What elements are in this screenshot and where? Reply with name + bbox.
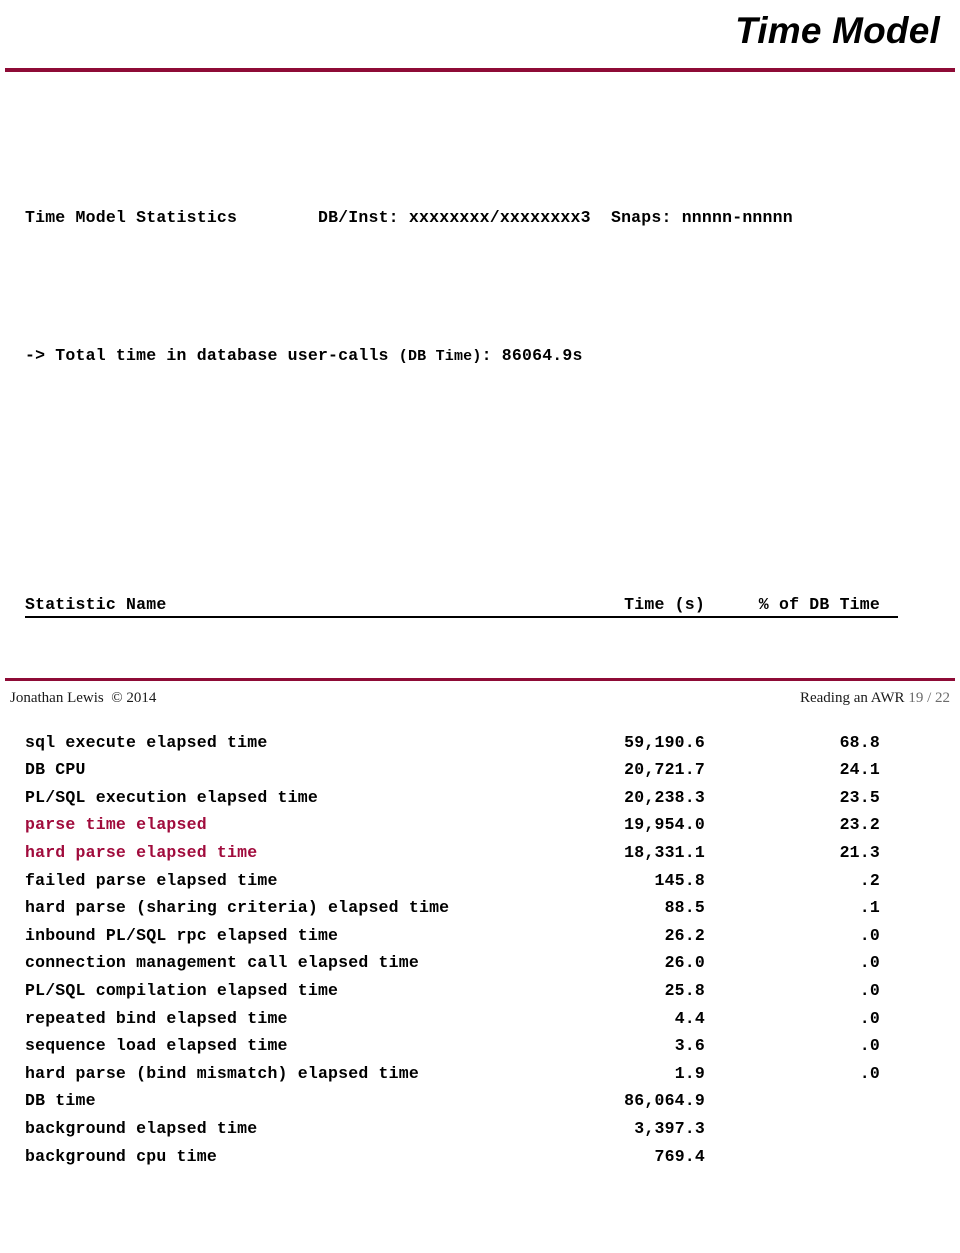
- db-time-prefix: -> Total time in database user-calls: [25, 346, 399, 366]
- cell-statistic-name: hard parse elapsed time: [25, 843, 258, 863]
- table-row: hard parse elapsed time 18,331.1 21.3: [25, 839, 905, 867]
- table-row: connection management call elapsed time 2…: [25, 949, 905, 977]
- cell-time-seconds: 19,954.0: [624, 815, 705, 835]
- cell-time-seconds: 145.8: [654, 870, 705, 890]
- cell-statistic-name: hard parse (sharing criteria) elapsed ti…: [25, 898, 450, 918]
- header-gap-3: [591, 208, 611, 227]
- cell-percent-of-db-time: .0: [859, 925, 880, 945]
- footer-deck-block: Reading an AWR 19 / 22: [800, 690, 950, 707]
- cell-percent-of-db-time: 23.2: [839, 815, 880, 835]
- header-gap-1: [237, 208, 318, 227]
- cell-percent-of-db-time: .0: [859, 1063, 880, 1083]
- report-header-line-2: -> Total time in database user-calls (DB…: [25, 342, 905, 370]
- cell-percent-of-db-time: 23.5: [839, 787, 880, 807]
- cell-percent-of-db-time: 24.1: [839, 760, 880, 780]
- cell-statistic-name: DB CPU: [25, 760, 86, 780]
- db-inst-label: DB/Inst:: [317, 208, 399, 228]
- table-column-header: Statistic Name Time (s) % of DB Time: [25, 591, 905, 619]
- db-time-paren: (DB Time): [398, 348, 482, 366]
- cell-time-seconds: 20,721.7: [624, 760, 705, 780]
- cell-time-seconds: 3.6: [674, 1036, 705, 1056]
- report-header-line-1: Time Model Statistics DB/Inst: xxxxxxxx/…: [25, 204, 905, 232]
- cell-statistic-name: PL/SQL compilation elapsed time: [25, 981, 339, 1000]
- column-header-pct: % of DB Time: [758, 594, 880, 614]
- column-header-time: Time (s): [624, 594, 705, 614]
- table-row: inbound PL/SQL rpc elapsed time 26.2 .0: [25, 922, 905, 950]
- footer-page-number: 19 / 22: [908, 690, 950, 706]
- table-row: failed parse elapsed time 145.8 .2: [25, 867, 905, 895]
- report-spacer: [25, 453, 905, 481]
- db-time-suffix: : 86064.9s: [481, 346, 583, 366]
- page-title: Time Model: [735, 10, 940, 51]
- cell-percent-of-db-time: .0: [859, 1036, 880, 1056]
- table-row: PL/SQL compilation elapsed time 25.8 .0: [25, 977, 905, 1005]
- cell-time-seconds: 88.5: [664, 898, 705, 918]
- cell-percent-of-db-time: .2: [859, 870, 880, 890]
- table-row: DB time 86,064.9: [25, 1087, 905, 1115]
- slide-footer: Jonathan Lewis © 2014 Reading an AWR 19 …: [10, 690, 950, 714]
- table-row: hard parse (bind mismatch) elapsed time 1…: [25, 1060, 905, 1088]
- cell-time-seconds: 26.0: [664, 953, 705, 973]
- cell-statistic-name: background cpu time: [25, 1146, 217, 1166]
- table-row: background cpu time 769.4: [25, 1143, 905, 1171]
- snaps-label: Snaps:: [610, 208, 672, 228]
- header-gap-2: [399, 208, 409, 227]
- footer-author: Jonathan Lewis: [10, 690, 104, 706]
- table-row: hard parse (sharing criteria) elapsed ti…: [25, 894, 905, 922]
- cell-statistic-name: PL/SQL execution elapsed time: [25, 787, 318, 807]
- cell-time-seconds: 25.8: [664, 981, 705, 1000]
- cell-statistic-name: hard parse (bind mismatch) elapsed time: [25, 1063, 419, 1083]
- cell-time-seconds: 59,190.6: [624, 732, 705, 752]
- column-header-name: Statistic Name: [25, 594, 167, 614]
- table-row: background elapsed time 3,397.3: [25, 1115, 905, 1143]
- cell-statistic-name: sql execute elapsed time: [25, 732, 268, 752]
- cell-time-seconds: 26.2: [664, 925, 705, 945]
- table-row: parse time elapsed 19,954.0 23.2: [25, 811, 905, 839]
- report-title-label: Time Model Statistics: [25, 208, 238, 228]
- cell-time-seconds: 18,331.1: [624, 843, 705, 863]
- cell-percent-of-db-time: .0: [859, 1008, 880, 1028]
- cell-percent-of-db-time: .0: [859, 953, 880, 973]
- cell-statistic-name: DB time: [25, 1091, 96, 1111]
- table-row: repeated bind elapsed time 4.4 .0: [25, 1005, 905, 1033]
- footer-deck-title: Reading an AWR: [799, 690, 905, 706]
- cell-percent-of-db-time: .1: [859, 898, 880, 918]
- snaps-value: nnnnn-nnnnn: [681, 208, 793, 228]
- cell-statistic-name: repeated bind elapsed time: [25, 1008, 288, 1028]
- table-row: sql execute elapsed time 59,190.6 68.8: [25, 729, 905, 757]
- header-gap-4: [672, 208, 682, 227]
- cell-statistic-name: connection management call elapsed time: [25, 953, 419, 973]
- cell-time-seconds: 4.4: [674, 1008, 705, 1028]
- cell-statistic-name: background elapsed time: [25, 1118, 258, 1138]
- slide-root: Time Model Time Model Statistics DB/Inst…: [0, 0, 960, 1166]
- cell-time-seconds: 3,397.3: [634, 1118, 705, 1138]
- table-row: DB CPU 20,721.7 24.1: [25, 756, 905, 784]
- cell-statistic-name: parse time elapsed: [25, 815, 207, 835]
- footer-copyright: © 2014: [111, 690, 157, 706]
- column-header-underline: [25, 615, 898, 619]
- cell-time-seconds: 1.9: [674, 1063, 705, 1083]
- cell-statistic-name: inbound PL/SQL rpc elapsed time: [25, 925, 339, 945]
- footer-author-block: Jonathan Lewis © 2014: [10, 690, 156, 707]
- cell-percent-of-db-time: .0: [859, 981, 880, 1000]
- cell-time-seconds: 769.4: [654, 1146, 705, 1166]
- cell-percent-of-db-time: 21.3: [839, 843, 880, 863]
- cell-time-seconds: 20,238.3: [624, 787, 705, 807]
- db-inst-value: xxxxxxxx/xxxxxxxx3: [408, 208, 591, 228]
- table-body: sql execute elapsed time 59,190.6 68.8 DB C…: [25, 729, 905, 1171]
- footer-divider: [5, 678, 955, 681]
- title-divider: [5, 68, 955, 72]
- cell-percent-of-db-time: 68.8: [839, 732, 880, 752]
- title-area: Time Model: [0, 8, 940, 54]
- cell-statistic-name: failed parse elapsed time: [25, 870, 278, 890]
- table-row: PL/SQL execution elapsed time 20,238.3 23.…: [25, 784, 905, 812]
- cell-time-seconds: 86,064.9: [624, 1091, 705, 1111]
- table-row: sequence load elapsed time 3.6 .0: [25, 1032, 905, 1060]
- awr-report-block: Time Model Statistics DB/Inst: xxxxxxxx/…: [25, 94, 905, 1253]
- cell-statistic-name: sequence load elapsed time: [25, 1036, 288, 1056]
